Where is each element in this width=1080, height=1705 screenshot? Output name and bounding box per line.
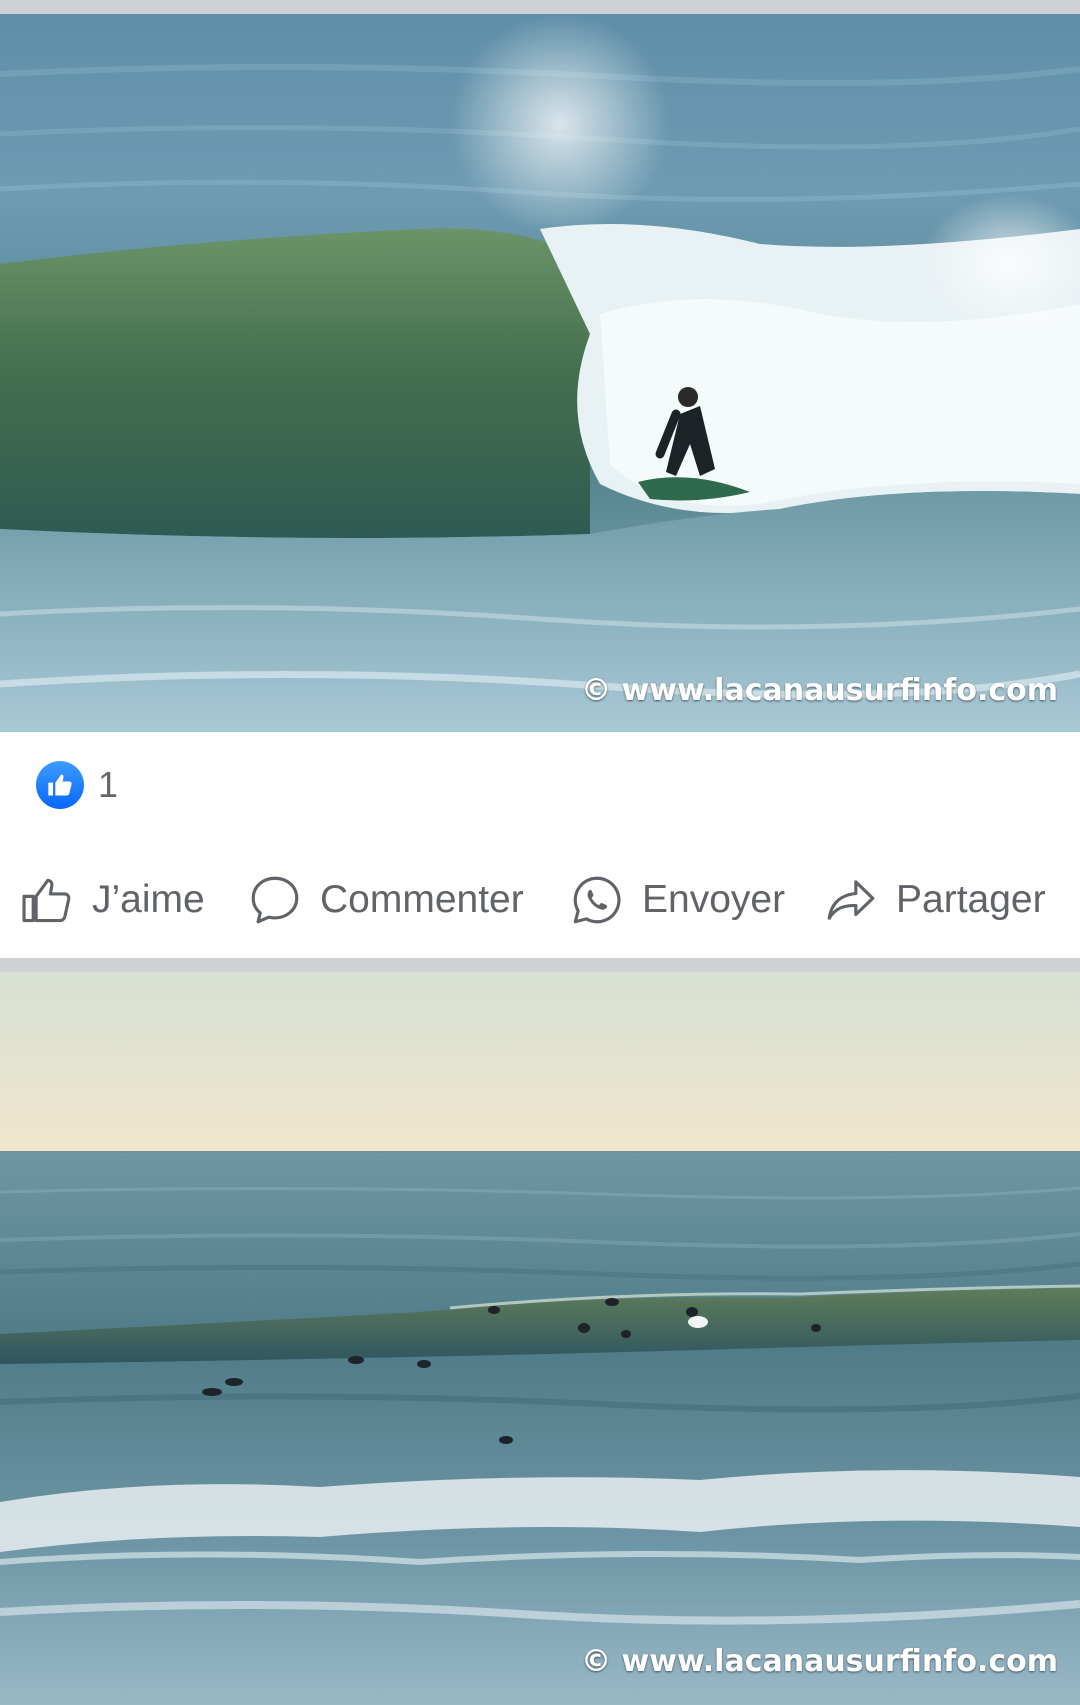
feed-divider-top	[0, 0, 1080, 14]
post-photo-surfer[interactable]: © www.lacanausurfinfo.com	[0, 14, 1080, 732]
reaction-count: 1	[98, 764, 119, 805]
photo-watermark: © www.lacanausurfinfo.com	[581, 1644, 1058, 1679]
comment-bubble-icon	[251, 876, 299, 924]
thumbs-up-icon	[22, 878, 71, 923]
photo-watermark: © www.lacanausurfinfo.com	[581, 673, 1058, 708]
send-button[interactable]: Envoyer	[568, 860, 785, 940]
thumbs-up-icon	[36, 761, 84, 809]
comment-label: Commenter	[320, 878, 524, 921]
surf-photo-2	[0, 972, 1080, 1705]
post-action-bar: J’aime Commenter Envoyer Partager	[0, 860, 1080, 940]
share-button[interactable]: Partager	[822, 860, 1046, 940]
surf-photo-1	[0, 14, 1080, 732]
reaction-summary[interactable]: 1	[36, 760, 118, 810]
whatsapp-icon	[573, 876, 621, 924]
post-photo-lineup[interactable]: © www.lacanausurfinfo.com	[0, 972, 1080, 1705]
like-button[interactable]: J’aime	[18, 860, 205, 940]
send-label: Envoyer	[642, 878, 786, 921]
share-label: Partager	[896, 878, 1046, 921]
feed-divider-middle	[0, 958, 1080, 972]
like-label: J’aime	[92, 878, 205, 921]
feed-page: © www.lacanausurfinfo.com 1 J’aime Comme…	[0, 0, 1080, 1705]
comment-button[interactable]: Commenter	[246, 860, 524, 940]
share-arrow-icon	[827, 880, 875, 920]
